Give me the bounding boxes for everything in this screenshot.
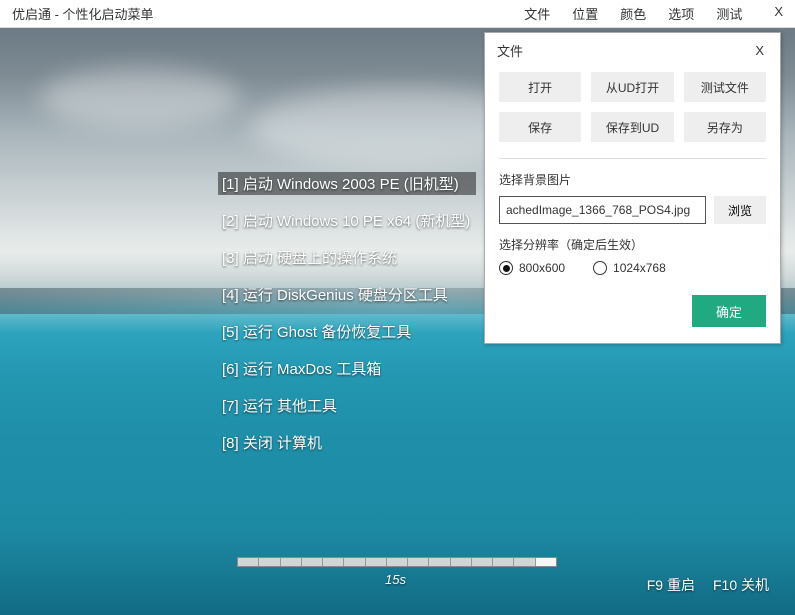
window-close-button[interactable]: X — [774, 4, 783, 23]
bg-image-input[interactable] — [499, 196, 706, 224]
boot-item-6[interactable]: [6] 运行 MaxDos 工具箱 — [218, 357, 476, 380]
menu-color[interactable]: 颜色 — [620, 4, 646, 23]
resolution-label: 选择分辨率（确定后生效） — [499, 236, 766, 253]
save-button[interactable]: 保存 — [499, 112, 581, 142]
boot-item-2[interactable]: [2] 启动 Windows 10 PE x64 (新机型) — [218, 209, 476, 232]
boot-item-1[interactable]: [1] 启动 Windows 2003 PE (旧机型) — [218, 172, 476, 195]
hotkey-shutdown: F10 关机 — [713, 575, 769, 595]
resolution-option-800[interactable]: 800x600 — [499, 261, 565, 275]
panel-divider — [499, 158, 766, 159]
resolution-option-label: 800x600 — [519, 261, 565, 275]
radio-icon — [499, 261, 513, 275]
file-panel-close-button[interactable]: X — [751, 43, 768, 58]
resolution-option-label: 1024x768 — [613, 261, 666, 275]
menu-options[interactable]: 选项 — [668, 4, 694, 23]
menu-file[interactable]: 文件 — [524, 4, 550, 23]
preview-canvas: [1] 启动 Windows 2003 PE (旧机型) [2] 启动 Wind… — [0, 28, 795, 615]
save-as-button[interactable]: 另存为 — [684, 112, 766, 142]
resolution-option-1024[interactable]: 1024x768 — [593, 261, 666, 275]
test-file-button[interactable]: 测试文件 — [684, 72, 766, 102]
boot-menu: [1] 启动 Windows 2003 PE (旧机型) [2] 启动 Wind… — [218, 172, 476, 454]
boot-item-7[interactable]: [7] 运行 其他工具 — [218, 394, 476, 417]
confirm-button[interactable]: 确定 — [692, 295, 766, 327]
boot-item-8[interactable]: [8] 关闭 计算机 — [218, 431, 476, 454]
boot-item-4[interactable]: [4] 运行 DiskGenius 硬盘分区工具 — [218, 283, 476, 306]
menu-test[interactable]: 测试 — [716, 4, 742, 23]
hotkey-reboot: F9 重启 — [647, 575, 695, 595]
hotkey-hints: F9 重启 F10 关机 — [647, 575, 769, 595]
file-panel-title: 文件 — [497, 41, 523, 60]
radio-icon — [593, 261, 607, 275]
open-button[interactable]: 打开 — [499, 72, 581, 102]
save-to-ud-button[interactable]: 保存到UD — [591, 112, 673, 142]
open-from-ud-button[interactable]: 从UD打开 — [591, 72, 673, 102]
bg-image-label: 选择背景图片 — [499, 171, 766, 188]
file-panel: 文件 X 打开 从UD打开 测试文件 保存 保存到UD 另存为 选择背景图片 浏… — [484, 32, 781, 344]
countdown-progress — [237, 557, 557, 567]
boot-item-5[interactable]: [5] 运行 Ghost 备份恢复工具 — [218, 320, 476, 343]
top-menu: 文件 位置 颜色 选项 测试 X — [524, 4, 783, 23]
boot-item-3[interactable]: [3] 启动 硬盘上的操作系统 — [218, 246, 476, 269]
browse-button[interactable]: 浏览 — [714, 196, 766, 224]
app-title: 优启通 - 个性化启动菜单 — [12, 4, 154, 23]
menu-position[interactable]: 位置 — [572, 4, 598, 23]
countdown-timer: 15s — [385, 572, 406, 587]
